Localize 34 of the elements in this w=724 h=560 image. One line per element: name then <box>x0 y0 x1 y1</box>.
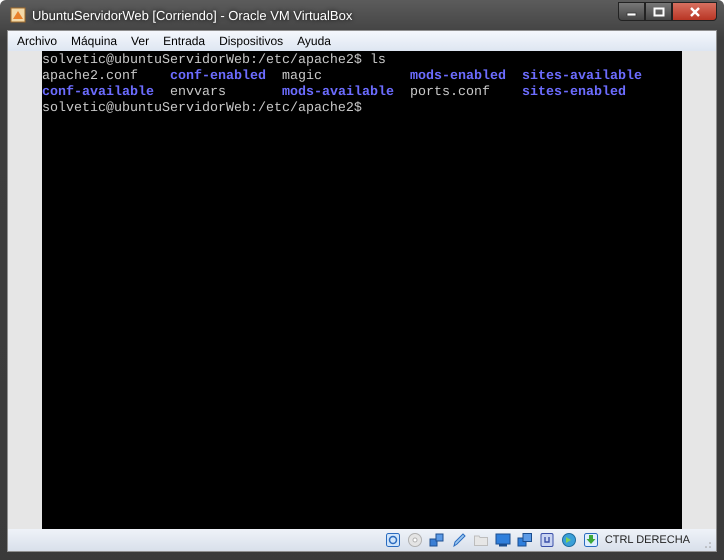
menu-item[interactable]: Archivo <box>10 32 64 50</box>
menu-item[interactable]: Entrada <box>156 32 212 50</box>
menu-item[interactable]: Máquina <box>64 32 124 50</box>
directory-name: sites-available <box>522 69 642 85</box>
directory-name: conf-available <box>42 85 154 101</box>
download-icon[interactable] <box>582 532 599 548</box>
window-title: UbuntuServidorWeb [Corriendo] - Oracle VM VirtualBox <box>32 8 354 22</box>
maximize-icon <box>652 6 664 16</box>
menu-item[interactable]: Ver <box>124 32 156 50</box>
minimize-button[interactable] <box>618 2 645 21</box>
pen-icon[interactable] <box>450 532 467 548</box>
command-text: ls <box>370 53 386 69</box>
directory-name: conf-enabled <box>170 69 266 85</box>
menu-item[interactable]: Ayuda <box>290 32 338 50</box>
close-icon <box>688 6 700 16</box>
file-name: ports.conf <box>410 85 490 101</box>
maximize-button[interactable] <box>645 2 672 21</box>
directory-name: mods-available <box>282 85 394 101</box>
menu-item[interactable]: Dispositivos <box>212 32 290 50</box>
file-name: magic <box>282 69 322 85</box>
prompt-text: solvetic@ubuntuServidorWeb:/etc/apache2$ <box>42 53 362 69</box>
windows-icon[interactable] <box>516 532 533 548</box>
file-name: envvars <box>170 85 226 101</box>
app-icon <box>10 7 26 23</box>
file-name: apache2.conf <box>42 69 138 85</box>
directory-name: sites-enabled <box>522 85 626 101</box>
resize-grip-icon <box>704 541 712 549</box>
prompt-text: solvetic@ubuntuServidorWeb:/etc/apache2$ <box>42 101 362 117</box>
directory-name: mods-enabled <box>410 69 506 85</box>
monitor-icon[interactable] <box>494 532 511 548</box>
network-icon[interactable] <box>428 532 445 548</box>
close-button[interactable] <box>672 2 717 21</box>
host-key-label: CTRL DERECHA <box>604 534 690 546</box>
chip-icon[interactable] <box>538 532 555 548</box>
